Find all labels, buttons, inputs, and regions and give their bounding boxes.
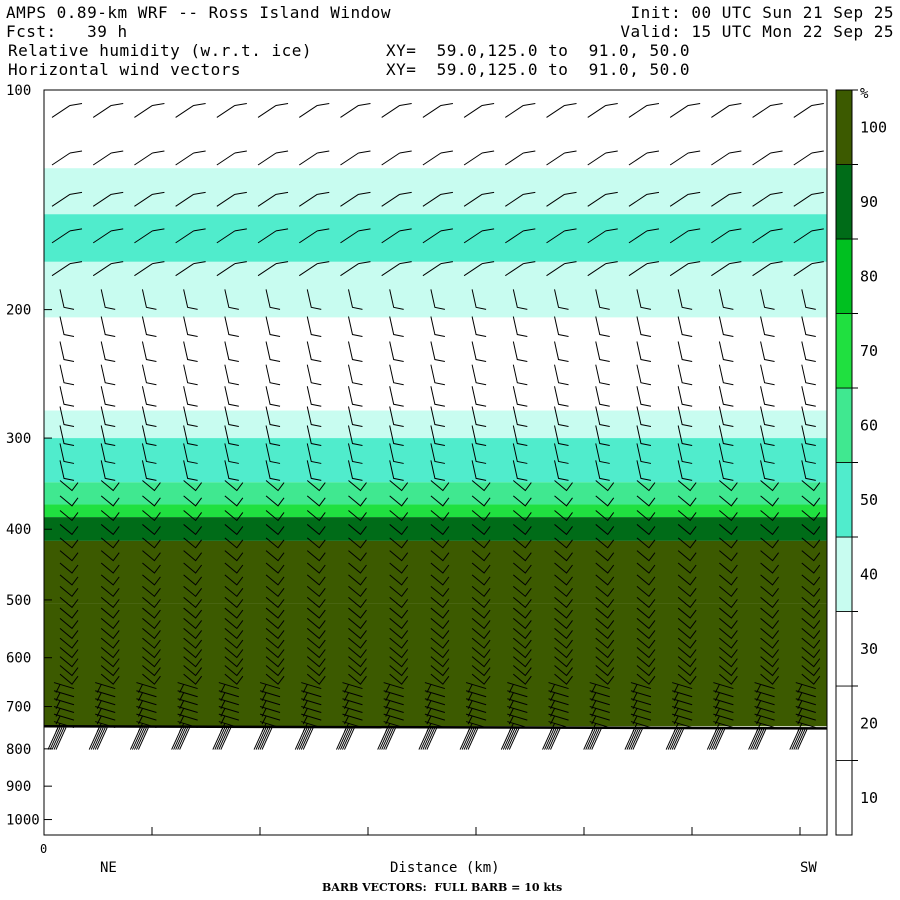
colorbar-swatch-8 — [835, 164, 853, 240]
x-origin-label: 0 — [40, 842, 48, 856]
barb-note: BARB VECTORS: FULL BARB = 10 kts — [322, 881, 563, 894]
x-axis-label: Distance (km) — [390, 860, 500, 876]
colorbar-swatch-4 — [835, 462, 853, 538]
y-tick-label: 600 — [6, 651, 31, 667]
colorbar-tick-label: 80 — [860, 267, 878, 285]
ne-label: NE — [100, 860, 117, 876]
sw-label: SW — [800, 860, 817, 876]
colorbar-tick-label: 40 — [860, 565, 878, 583]
colorbar-tick-label: 60 — [860, 416, 878, 434]
rh-band-9 — [44, 517, 827, 541]
rh-band-11 — [44, 603, 827, 727]
y-tick-label: 400 — [6, 522, 31, 538]
rh-band-2 — [44, 214, 827, 262]
colorbar-swatch-5 — [835, 387, 853, 463]
colorbar-tick-label: 70 — [860, 342, 878, 360]
y-tick-label: 200 — [6, 303, 31, 319]
y-tick-label: 100 — [6, 83, 31, 99]
colorbar-tick-label: 20 — [860, 714, 878, 732]
colorbar-swatch-0 — [835, 760, 853, 836]
colorbar-tick-label: 100 — [860, 118, 887, 136]
rh-band-6 — [44, 438, 827, 483]
colorbar-swatch-9 — [835, 89, 853, 165]
y-tick-label: 700 — [6, 700, 31, 716]
colorbar-tick-label: 10 — [860, 789, 878, 807]
rh-band-8 — [44, 504, 827, 518]
y-tick-label: 300 — [6, 431, 31, 447]
rh-band-10 — [44, 540, 827, 604]
y-tick-label: 900 — [6, 779, 31, 795]
colorbar-tick-label: 50 — [860, 491, 878, 509]
rh-band-4 — [44, 317, 827, 411]
colorbar-swatch-3 — [835, 536, 853, 612]
colorbar-tick-label: 30 — [860, 640, 878, 658]
colorbar-swatch-6 — [835, 313, 853, 389]
colorbar-swatch-2 — [835, 611, 853, 687]
y-tick-label: 1000 — [6, 813, 40, 829]
cross-section-chart: 100 200 300 400 500 600 700 800 900 1000 10 20 30 40 5… — [6, 83, 887, 836]
colorbar-tick-label: 90 — [860, 193, 878, 211]
rh-band-3 — [44, 261, 827, 318]
terrain-line — [43, 725, 828, 730]
rh-band-1 — [44, 168, 827, 215]
y-tick-label: 500 — [6, 593, 31, 609]
colorbar-unit: % — [860, 86, 869, 102]
rh-band-7 — [44, 482, 827, 505]
y-tick-label: 800 — [6, 742, 31, 758]
colorbar-swatch-7 — [835, 238, 853, 314]
colorbar-swatch-1 — [835, 685, 853, 761]
